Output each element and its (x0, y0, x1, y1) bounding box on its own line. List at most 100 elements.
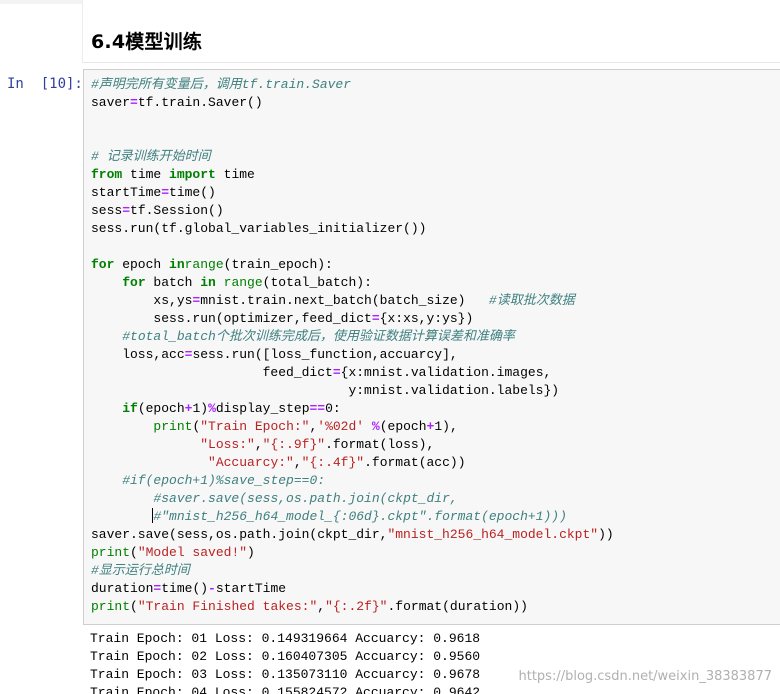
code-token: 1), (434, 419, 458, 434)
code-line: y:mnist.validation.labels}) (91, 382, 614, 400)
code-line: duration=time()-startTime (91, 580, 614, 598)
code-token: % (371, 419, 380, 434)
code-token: % (208, 401, 216, 416)
code-line: # 记录训练开始时间 (91, 148, 614, 166)
code-token: tf.train.Saver() (137, 95, 263, 110)
code-token: .format(loss), (325, 437, 435, 452)
code-token: (epoch (379, 419, 427, 434)
code-token: "{:.2f}" (325, 599, 388, 614)
code-input-area[interactable]: #声明完所有变量后，调用tf.train.Saver saver=tf.train… (83, 69, 780, 625)
code-token: #读取批次数据 (488, 293, 575, 308)
code-token: = (122, 203, 131, 218)
code-token: , (317, 599, 326, 614)
code-line: sess.run(tf.global_variables_initializer… (91, 220, 614, 238)
code-token: startTime (215, 581, 287, 596)
code-line: loss,acc=sess.run([loss_function,accuarc… (91, 346, 614, 364)
output-area: Train Epoch: 01 Loss: 0.149319664 Accuar… (83, 629, 780, 694)
markdown-cell[interactable]: 6.4模型训练 (82, 0, 780, 63)
code-line: for epoch inrange(train_epoch): (91, 256, 614, 274)
code-token: "{:.9f}" (262, 437, 326, 452)
code-token: tf.Session() (130, 203, 224, 218)
code-token: startTime (91, 185, 162, 200)
code-token: for (122, 275, 146, 290)
code-token: = (332, 365, 341, 380)
code-token: import (169, 167, 216, 182)
code-token: #total_batch个批次训练完成后，使用验证数据计算误差和准确率 (122, 329, 515, 344)
code-token: #声明完所有变量后，调用tf.train.Saver (91, 77, 352, 92)
code-token: , (293, 455, 302, 470)
code-token: #saver.save(sess,os.path.join(ckpt_dir, (153, 491, 458, 506)
code-token: # 记录训练开始时间 (91, 149, 211, 164)
code-token: #显示运行总时间 (91, 563, 190, 578)
code-line: xs,ys=mnist.train.next_batch(batch_size)… (91, 292, 614, 310)
code-token: saver (91, 95, 131, 110)
code-line: "Accuarcy:","{:.4f}".format(acc)) (91, 454, 614, 472)
code-line: startTime=time() (91, 184, 614, 202)
code-token: if (122, 401, 138, 416)
code-line: saver.save(sess,os.path.join(ckpt_dir,"m… (91, 526, 614, 544)
code-token: (train_epoch): (223, 257, 333, 272)
output-line: Train Epoch: 04 Loss: 0.155824572 Accuar… (90, 685, 481, 694)
code-line: #"mnist_h256_h64_model_{:06d}.ckpt".form… (91, 508, 614, 526)
code-line: saver=tf.train.Saver() (91, 94, 614, 112)
code-token: "Model saved!" (137, 545, 248, 560)
code-line: print("Model saved!") (91, 544, 614, 562)
code-token: sess.run(tf.global_variables_initializer… (91, 221, 427, 236)
code-token: '%02d' (317, 419, 365, 434)
code-token: "Accuarcy:" (208, 455, 294, 470)
code-cell[interactable]: In [10]: #声明完所有变量后，调用tf.train.Saver saver… (0, 64, 780, 694)
code-token: range (223, 275, 263, 290)
code-token: sess.run(optimizer,feed_dict (91, 311, 372, 326)
code-line: for batch in range(total_batch): (91, 274, 614, 292)
code-token: (total_batch): (262, 275, 372, 290)
code-line: print("Train Finished takes:","{:.2f}".f… (91, 598, 614, 616)
code-editor[interactable]: #声明完所有变量后，调用tf.train.Saver saver=tf.train… (91, 76, 614, 616)
code-line: print("Train Epoch:",'%02d' %(epoch+1), (91, 418, 614, 436)
code-token: xs,ys (91, 293, 193, 308)
output-line: Train Epoch: 02 Loss: 0.160407305 Accuar… (90, 649, 481, 664)
code-line: sess.run(optimizer,feed_dict={x:xs,y:ys}… (91, 310, 614, 328)
code-token: batch (145, 275, 201, 290)
code-line: feed_dict={x:mnist.validation.images, (91, 364, 614, 382)
code-token: in (200, 275, 216, 290)
code-line: sess=tf.Session() (91, 202, 614, 220)
output-line: Train Epoch: 01 Loss: 0.149319664 Accuar… (90, 631, 481, 646)
code-token: "Loss:" (200, 437, 255, 452)
code-token: time (215, 167, 255, 182)
code-token: .format(acc)) (364, 455, 466, 470)
code-token: epoch (114, 257, 170, 272)
code-token: = (130, 95, 138, 110)
code-token: feed_dict (91, 365, 333, 380)
code-token: loss,acc (91, 347, 185, 362)
code-token: = (371, 311, 380, 326)
code-token: mnist.train.next_batch(batch_size) (200, 293, 489, 308)
output-line: Train Epoch: 03 Loss: 0.135073110 Accuar… (90, 667, 481, 682)
code-token: print (91, 545, 131, 560)
code-token: "{:.4f}" (301, 455, 365, 470)
code-line: "Loss:","{:.9f}".format(loss), (91, 436, 614, 454)
code-token: "mnist_h256_h64_model.ckpt" (387, 527, 599, 542)
code-line: #total_batch个批次训练完成后，使用验证数据计算误差和准确率 (91, 328, 614, 346)
input-prompt: In [10]: (7, 76, 83, 92)
code-token: )) (598, 527, 614, 542)
code-token: ) (247, 545, 255, 560)
output-text: Train Epoch: 01 Loss: 0.149319664 Accuar… (90, 630, 480, 694)
code-token: for (91, 257, 115, 272)
code-token: y:mnist.validation.labels}) (91, 383, 560, 398)
code-line: #saver.save(sess,os.path.join(ckpt_dir, (91, 490, 614, 508)
code-token: #"mnist_h256_h64_model_{:06d}.ckpt".form… (153, 509, 567, 524)
code-token: print (153, 419, 193, 434)
code-token: sess.run([loss_function,accuarcy], (192, 347, 458, 362)
code-line: #声明完所有变量后，调用tf.train.Saver (91, 76, 614, 94)
code-token: .format(duration)) (387, 599, 528, 614)
